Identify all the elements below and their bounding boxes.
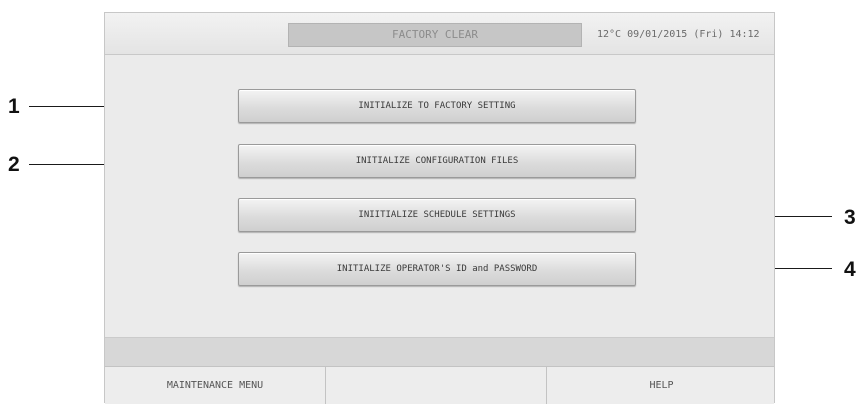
callout-2: 2 (8, 153, 20, 176)
initialize-schedule-settings-button[interactable]: INIITIALIZE SCHEDULE SETTINGS (238, 198, 636, 232)
initialize-configuration-files-button[interactable]: INITIALIZE CONFIGURATION FILES (238, 144, 636, 178)
callout-1: 1 (8, 95, 20, 118)
initialize-operator-id-password-button[interactable]: INITIALIZE OPERATOR'S ID and PASSWORD (238, 252, 636, 286)
callout-3: 3 (844, 206, 856, 229)
footer-middle-button[interactable] (326, 367, 547, 404)
footer-bar: MAINTENANCE MENU HELP (105, 366, 774, 404)
help-button[interactable]: HELP (547, 367, 776, 404)
message-bar (105, 337, 774, 366)
factory-clear-screen: FACTORY CLEAR 12°C 09/01/2015 (Fri) 14:1… (104, 12, 775, 404)
maintenance-menu-button[interactable]: MAINTENANCE MENU (105, 367, 326, 404)
initialize-factory-setting-button[interactable]: INITIALIZE TO FACTORY SETTING (238, 89, 636, 123)
status-readout: 12°C 09/01/2015 (Fri) 14:12 (597, 29, 760, 40)
header-bar: FACTORY CLEAR 12°C 09/01/2015 (Fri) 14:1… (105, 13, 774, 55)
page-title: FACTORY CLEAR (288, 23, 582, 47)
callout-4: 4 (844, 258, 856, 281)
